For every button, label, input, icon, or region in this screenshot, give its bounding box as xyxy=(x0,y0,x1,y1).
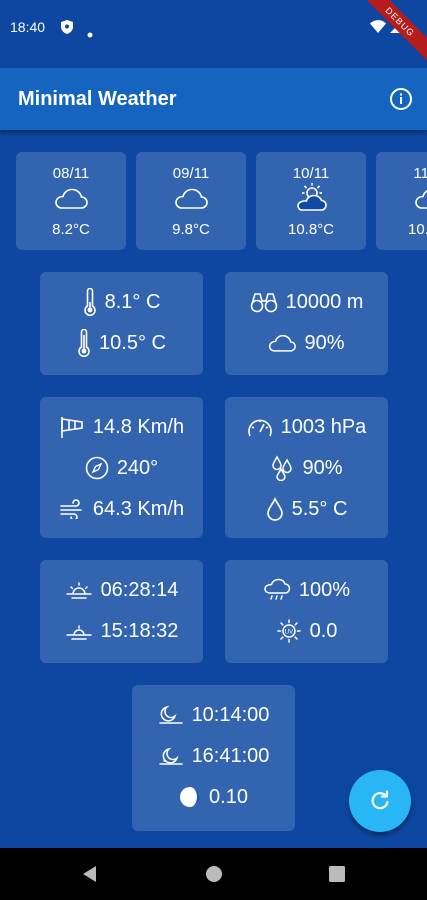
thermometer-high-icon xyxy=(78,329,90,357)
rain-cloud-icon xyxy=(264,578,291,600)
wind-direction-row: 240° xyxy=(40,453,203,483)
notification-dot-icon xyxy=(87,25,93,43)
wind-card: 14.8 Km/h 240° 64.3 Km/h xyxy=(40,397,203,538)
status-time: 18:40 xyxy=(10,19,46,35)
moon-phase-icon xyxy=(180,787,201,807)
refresh-button[interactable] xyxy=(349,770,411,832)
sun-cloud-icon xyxy=(294,182,328,217)
min-temp-value: 8.1° C xyxy=(104,290,161,313)
moonrise-value: 10:14:00 xyxy=(191,703,270,726)
sun-card: 06:28:14 15:18:32 xyxy=(40,560,203,663)
water-drop-icon xyxy=(266,497,283,521)
back-button[interactable] xyxy=(80,864,98,889)
rain-chance-value: 100% xyxy=(298,578,351,601)
cloud-icon xyxy=(54,188,88,215)
moonset-row: 16:41:00 xyxy=(132,741,295,771)
min-temp-row: 8.1° C xyxy=(40,287,203,317)
pressure-row: 1003 hPa xyxy=(225,412,388,442)
status-bar: 18:40 DEBUG xyxy=(0,0,427,68)
sunset-value: 15:18:32 xyxy=(100,619,179,642)
sunset-row: 15:18:32 xyxy=(40,616,203,646)
svg-text:UV: UV xyxy=(284,630,292,636)
uv-index-row: UV 0.0 xyxy=(225,616,388,646)
dew-point-row: 5.5° C xyxy=(225,494,388,524)
forecast-day-card[interactable]: 11/11 10.1°C xyxy=(376,152,427,250)
wind-gust-row: 64.3 Km/h xyxy=(40,494,203,524)
refresh-icon xyxy=(371,790,389,810)
thermometer-low-icon xyxy=(83,288,96,316)
precipitation-card: 100% UV 0.0 xyxy=(225,560,388,663)
moon-phase-value: 0.10 xyxy=(209,785,248,808)
forecast-temp: 8.2°C xyxy=(52,221,90,238)
sunrise-row: 06:28:14 xyxy=(40,575,203,605)
humidity-row: 90% xyxy=(225,453,388,483)
visibility-row: 10000 m xyxy=(225,287,388,317)
forecast-date: 09/11 xyxy=(172,165,210,182)
forecast-temp: 10.8°C xyxy=(287,221,335,238)
wind-direction-value: 240° xyxy=(116,456,159,479)
visibility-value: 10000 m xyxy=(285,290,364,313)
atmosphere-card: 1003 hPa 90% 5.5° C xyxy=(225,397,388,538)
cloud-cover-value: 90% xyxy=(304,331,345,354)
moonset-value: 16:41:00 xyxy=(191,744,270,767)
sunset-icon xyxy=(65,625,92,640)
uv-index-value: 0.0 xyxy=(309,619,338,642)
wifi-icon xyxy=(370,20,386,38)
forecast-day-card[interactable]: 10/11 10.8°C xyxy=(256,152,366,250)
moonset-icon xyxy=(158,747,183,765)
rain-chance-row: 100% xyxy=(225,575,388,605)
app-title: Minimal Weather xyxy=(18,88,177,110)
back-icon xyxy=(83,866,96,882)
sunrise-icon xyxy=(65,582,92,599)
humidity-drops-icon xyxy=(272,455,293,481)
moonrise-icon xyxy=(158,705,183,724)
forecast-day-card[interactable]: 08/11 8.2°C xyxy=(16,152,126,250)
max-temp-value: 10.5° C xyxy=(99,331,166,354)
forecast-date: 11/11 xyxy=(413,165,427,182)
shield-icon xyxy=(60,19,74,40)
uv-sun-icon: UV xyxy=(276,619,301,643)
pressure-value: 1003 hPa xyxy=(280,415,367,438)
wind-speed-row: 14.8 Km/h xyxy=(40,412,203,442)
recents-button[interactable] xyxy=(328,864,346,889)
info-icon xyxy=(390,88,412,110)
wind-speed-value: 14.8 Km/h xyxy=(92,415,185,438)
navigation-bar xyxy=(0,848,427,900)
forecast-temp: 10.1°C xyxy=(407,221,427,238)
forecast-strip[interactable]: 08/11 8.2°C 09/11 9.8°C 10/11 10.8°C 11/… xyxy=(16,152,427,250)
forecast-temp: 9.8°C xyxy=(172,221,210,238)
home-button[interactable] xyxy=(204,864,224,889)
home-icon xyxy=(206,866,222,882)
cloud-icon xyxy=(414,188,427,215)
sunrise-value: 06:28:14 xyxy=(100,578,179,601)
moon-card: 10:14:00 16:41:00 0.10 xyxy=(132,685,295,831)
moonrise-row: 10:14:00 xyxy=(132,700,295,730)
binoculars-icon xyxy=(250,293,277,313)
humidity-value: 90% xyxy=(302,456,343,479)
cloud-cover-row: 90% xyxy=(225,328,388,358)
wind-gust-icon xyxy=(60,499,82,519)
cloud-icon xyxy=(174,188,208,215)
forecast-date: 08/11 xyxy=(52,165,90,182)
cloud-icon xyxy=(269,334,297,352)
moon-phase-row: 0.10 xyxy=(132,782,295,812)
visibility-card: 10000 m 90% xyxy=(225,272,388,375)
app-bar: Minimal Weather xyxy=(0,68,427,130)
wind-gust-value: 64.3 Km/h xyxy=(92,497,185,520)
temperature-card: 8.1° C 10.5° C xyxy=(40,272,203,375)
forecast-date: 10/11 xyxy=(292,165,330,182)
dew-point-value: 5.5° C xyxy=(291,497,348,520)
gauge-icon xyxy=(247,419,272,437)
info-button[interactable] xyxy=(389,87,413,111)
recents-icon xyxy=(329,866,345,882)
forecast-day-card[interactable]: 09/11 9.8°C xyxy=(136,152,246,250)
max-temp-row: 10.5° C xyxy=(40,328,203,358)
windsock-icon xyxy=(61,417,83,438)
compass-icon xyxy=(85,456,109,480)
